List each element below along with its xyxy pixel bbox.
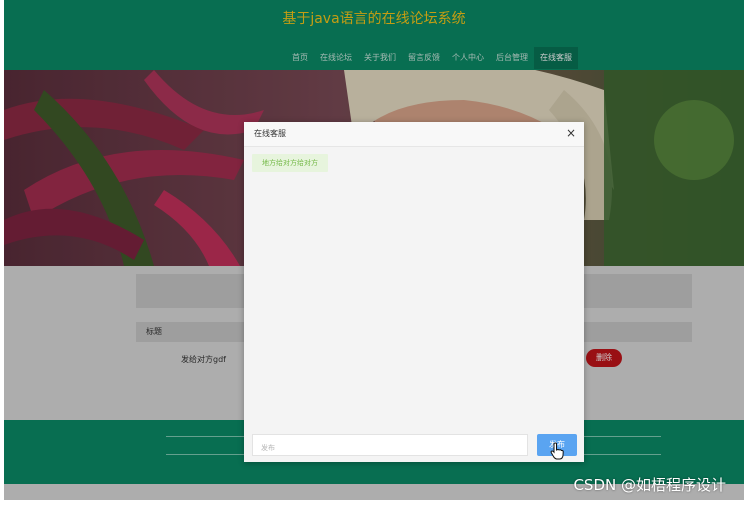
- message-input-box[interactable]: [252, 434, 528, 458]
- page: 基于java语言的在线论坛系统 首页 在线论坛 关于我们 留言反馈 个人中心 后…: [4, 0, 744, 500]
- message-input[interactable]: [253, 438, 527, 458]
- dialog-title: 在线客服: [254, 129, 286, 138]
- online-service-dialog: 在线客服 × 地方给对方给对方 发布: [244, 122, 584, 462]
- dialog-header: 在线客服 ×: [244, 122, 584, 147]
- hand-pointer-icon: [550, 442, 564, 460]
- chat-message: 地方给对方给对方: [252, 154, 328, 172]
- csdn-watermark: CSDN @如梧程序设计: [573, 476, 726, 494]
- close-icon[interactable]: ×: [566, 126, 576, 140]
